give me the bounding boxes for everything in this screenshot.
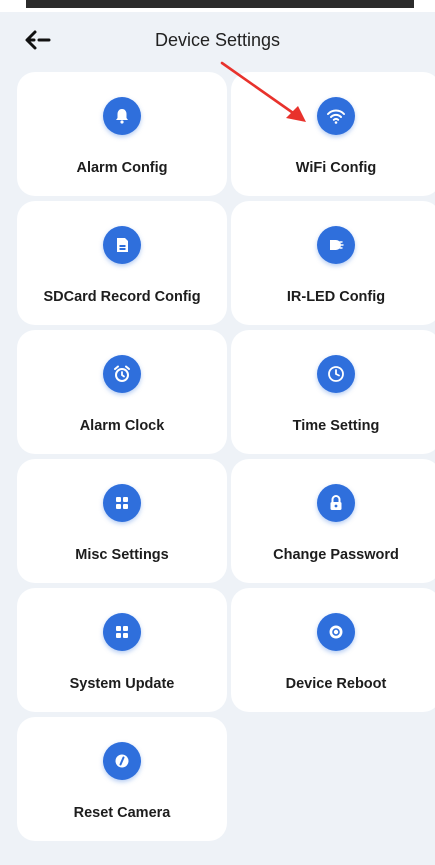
reset-icon xyxy=(103,742,141,780)
time-setting-label: Time Setting xyxy=(292,418,380,434)
page-title: Device Settings xyxy=(154,30,281,50)
alarm-clock-button[interactable]: Alarm Clock xyxy=(17,330,227,454)
misc-settings-label: Misc Settings xyxy=(75,547,169,563)
device-reboot-label: Device Reboot xyxy=(285,676,387,692)
system-update-label: System Update xyxy=(69,676,175,692)
alarm-config-label: Alarm Config xyxy=(76,160,168,176)
status-bar xyxy=(0,0,435,12)
wifi-config-button[interactable]: WiFi Config xyxy=(231,72,435,196)
grid-icon xyxy=(103,484,141,522)
sdcard-icon xyxy=(103,226,141,264)
system-update-button[interactable]: System Update xyxy=(17,588,227,712)
header: Device Settings xyxy=(0,12,435,68)
alarm-clock-label: Alarm Clock xyxy=(79,418,165,434)
grid-icon xyxy=(103,613,141,651)
reset-camera-label: Reset Camera xyxy=(73,805,171,821)
time-setting-button[interactable]: Time Setting xyxy=(231,330,435,454)
reset-camera-button[interactable]: Reset Camera xyxy=(17,717,227,841)
alarm-config-button[interactable]: Alarm Config xyxy=(17,72,227,196)
change-password-button[interactable]: Change Password xyxy=(231,459,435,583)
bell-icon xyxy=(103,97,141,135)
misc-settings-button[interactable]: Misc Settings xyxy=(17,459,227,583)
lock-icon xyxy=(317,484,355,522)
status-bar-strip xyxy=(26,0,414,8)
alarm-clock-icon xyxy=(103,355,141,393)
ir-led-config-button[interactable]: IR-LED Config xyxy=(231,201,435,325)
ir-led-icon xyxy=(317,226,355,264)
wifi-icon xyxy=(317,97,355,135)
wifi-config-label: WiFi Config xyxy=(295,160,377,176)
device-reboot-button[interactable]: Device Reboot xyxy=(231,588,435,712)
sdcard-record-config-button[interactable]: SDCard Record Config xyxy=(17,201,227,325)
sdcard-record-config-label: SDCard Record Config xyxy=(43,289,201,305)
change-password-label: Change Password xyxy=(273,547,399,563)
ir-led-config-label: IR-LED Config xyxy=(286,289,386,305)
reboot-icon xyxy=(317,613,355,651)
clock-icon xyxy=(317,355,355,393)
